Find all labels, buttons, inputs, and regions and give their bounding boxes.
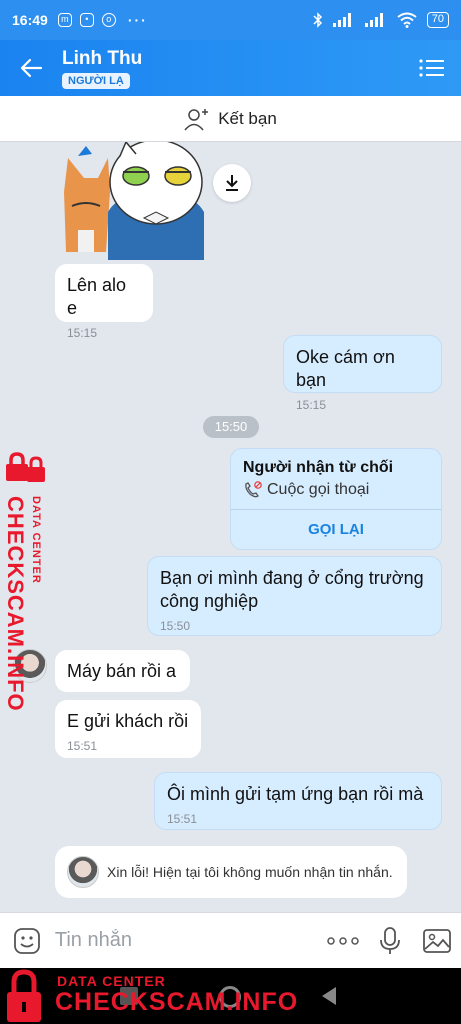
voice-button[interactable]	[367, 913, 414, 969]
status-notification-icons: m • o ···	[57, 12, 148, 28]
more-dots-icon	[327, 936, 360, 945]
message-time: 15:15	[67, 326, 98, 340]
contact-name: Linh Thu	[62, 47, 143, 69]
message-bubble-sent[interactable]: Oke cám ơn bạn 15:15	[283, 335, 442, 412]
lock-icon-small	[27, 456, 45, 482]
call-log-card[interactable]: Người nhận từ chối Cuộc gọi thoại GỌI LẠ…	[230, 448, 442, 550]
battery-indicator: 70	[426, 12, 449, 28]
download-icon	[226, 175, 238, 191]
wifi-icon	[397, 12, 417, 28]
watermark-checkscam: CHECKSCAM.INFO	[3, 496, 28, 712]
arrow-left-icon	[20, 58, 43, 78]
watermark-bottom-large: CHECKSCAM.INFO	[55, 988, 299, 1016]
menu-button[interactable]	[403, 40, 461, 96]
call-back-button[interactable]: GỌI LẠI	[231, 510, 441, 549]
smiley-icon	[14, 927, 41, 954]
add-friend-button[interactable]: Kết bạn	[0, 96, 461, 142]
image-button[interactable]	[414, 913, 461, 969]
status-system-icons: 70	[313, 12, 449, 28]
message-time: 15:51	[167, 812, 198, 826]
time-divider: 15:50	[203, 416, 259, 438]
missed-call-icon	[245, 481, 262, 498]
add-friend-label: Kết bạn	[218, 108, 277, 128]
stranger-badge: NGƯỜI LẠ	[62, 72, 130, 89]
image-icon	[423, 928, 452, 953]
message-time: 15:51	[67, 739, 98, 753]
watermark-bottom-small: DATA CENTER	[57, 973, 166, 989]
watermark-side: DATA CENTER CHECKSCAM.INFO	[2, 452, 48, 712]
message-bubble-sent[interactable]: Bạn ơi mình đang ở cổng trường công nghi…	[147, 556, 442, 636]
message-text: Oke cám ơn bạn	[296, 347, 395, 390]
message-bubble-received[interactable]: Lên alo e 15:15	[55, 264, 153, 340]
call-status-title: Người nhận từ chối	[243, 459, 394, 476]
status-bar: 16:49 m • o ··· 70	[0, 0, 461, 40]
chrome-icon: o	[101, 13, 116, 27]
message-time: 15:50	[160, 619, 191, 633]
messenger-icon: m	[57, 13, 72, 27]
message-text: Ôi mình gửi tạm ứng bạn rồi mà	[167, 784, 424, 804]
system-back-button[interactable]	[322, 987, 336, 1005]
message-text-line: công nghiệp	[160, 591, 259, 611]
contact-info[interactable]: Linh Thu NGƯỜI LẠ	[62, 48, 142, 89]
download-sticker-button[interactable]	[213, 164, 251, 202]
bluetooth-icon	[313, 12, 322, 28]
message-text: Máy bán rồi a	[67, 661, 177, 681]
microphone-icon	[380, 926, 401, 954]
message-input-bar	[0, 912, 461, 968]
lock-icon-bottom	[7, 969, 41, 1022]
signal-icon-2	[364, 13, 383, 27]
more-notifications-icon: ···	[127, 12, 148, 28]
status-time: 16:49	[12, 12, 48, 28]
message-bubble-sent[interactable]: Ôi mình gửi tạm ứng bạn rồi mà 15:51	[154, 772, 442, 830]
notice-text: Xin lỗi! Hiện tại tôi không muốn nhận ti…	[107, 864, 393, 880]
message-text-line: Bạn ơi mình đang ở cổng trường	[160, 568, 424, 588]
emoji-button[interactable]	[0, 913, 55, 969]
blocked-notice: Xin lỗi! Hiện tại tôi không muốn nhận ti…	[55, 846, 407, 898]
message-bubble-received[interactable]: Máy bán rồi a	[55, 650, 190, 692]
message-text: E gửi khách rồi	[67, 711, 189, 731]
message-text: Lên alo e	[67, 275, 127, 318]
chat-header: Linh Thu NGƯỜI LẠ	[0, 40, 461, 96]
add-user-icon	[184, 108, 209, 130]
message-bubble-received[interactable]: E gửi khách rồi 15:51	[55, 700, 201, 758]
call-type: Cuộc gọi thoại	[231, 481, 441, 499]
cat-sticker-image	[64, 142, 204, 260]
watermark-data-center: DATA CENTER	[30, 496, 42, 584]
app-notification-icon: •	[79, 13, 94, 27]
call-type-label: Cuộc gọi thoại	[267, 481, 370, 498]
message-input[interactable]	[54, 929, 320, 952]
list-menu-icon	[419, 59, 444, 77]
chat-area[interactable]: Lên alo e 15:15 Oke cám ơn bạn 15:15 15:…	[0, 142, 461, 912]
signal-icon	[332, 13, 351, 27]
notice-avatar	[67, 856, 99, 888]
cat-sticker[interactable]	[56, 142, 206, 260]
more-options-button[interactable]	[320, 913, 367, 969]
message-time: 15:15	[296, 398, 327, 412]
back-button[interactable]	[0, 40, 62, 96]
